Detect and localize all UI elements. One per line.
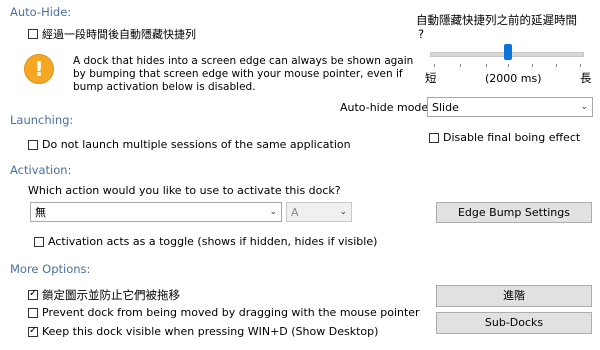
autohide-mode-select[interactable]: Slide ⌄ — [427, 97, 593, 117]
lock-icons-checkbox-label: 鎖定圖示並防止它們被拖移 — [42, 288, 180, 302]
autohide-mode-label: Auto-hide mode: — [340, 101, 432, 114]
launching-checkbox[interactable] — [28, 139, 38, 150]
sub-docks-button[interactable]: Sub-Docks — [436, 312, 592, 334]
prevent-move-checkbox-row[interactable]: Prevent dock from being moved by draggin… — [28, 306, 420, 319]
delay-title-question: ? — [418, 27, 425, 41]
delay-title: 自動隱藏快捷列之前的延遲時間 — [416, 13, 577, 27]
chevron-down-icon: ⌄ — [269, 207, 277, 217]
activation-action-value: 無 — [35, 206, 46, 219]
slider-min-label: 短 — [425, 71, 437, 85]
autohide-mode-value: Slide — [432, 100, 459, 114]
autohide-checkbox-row[interactable]: 經過一段時間後自動隱藏快捷列 — [28, 26, 196, 42]
slider-tick — [532, 64, 533, 67]
autohide-info-line-2: by bumping that screen edge with your mo… — [73, 68, 403, 80]
autohide-info-line-1: A dock that hides into a screen edge can… — [73, 55, 414, 67]
section-launching: Launching: — [10, 113, 74, 127]
edge-bump-settings-label: Edge Bump Settings — [457, 206, 570, 219]
edge-bump-settings-button[interactable]: Edge Bump Settings — [436, 202, 592, 223]
toggle-checkbox-row[interactable]: Activation acts as a toggle (shows if hi… — [34, 235, 377, 248]
slider-value-label: (2000 ms) — [485, 72, 542, 85]
autohide-checkbox-label: 經過一段時間後自動隱藏快捷列 — [42, 28, 196, 41]
slider-tick — [460, 64, 461, 67]
advanced-button-label: 進階 — [503, 289, 525, 302]
lock-icons-checkbox[interactable] — [28, 288, 38, 300]
keep-visible-checkbox-label: Keep this dock visible when pressing WIN… — [42, 325, 379, 338]
activation-question: Which action would you like to use to ac… — [28, 184, 341, 197]
slider-tick — [486, 64, 487, 67]
slider-tick — [556, 64, 557, 67]
exclamation-warning-icon: ! — [24, 54, 54, 84]
autohide-checkbox[interactable] — [28, 29, 38, 39]
prevent-move-checkbox-label: Prevent dock from being moved by draggin… — [42, 306, 420, 319]
toggle-checkbox-label: Activation acts as a toggle (shows if hi… — [48, 235, 378, 248]
boing-checkbox-label: Disable final boing effect — [443, 131, 581, 144]
section-autohide: Auto-Hide: — [10, 5, 72, 19]
activation-key-value: A — [291, 205, 299, 219]
activation-action-select[interactable]: 無 ⌄ — [30, 202, 282, 222]
sub-docks-button-label: Sub-Docks — [484, 316, 544, 329]
slider-tick — [508, 64, 509, 67]
keep-visible-checkbox-row[interactable]: Keep this dock visible when pressing WIN… — [28, 325, 378, 338]
keep-visible-checkbox[interactable] — [28, 325, 38, 337]
launching-checkbox-row[interactable]: Do not launch multiple sessions of the s… — [28, 138, 351, 151]
launching-checkbox-label: Do not launch multiple sessions of the s… — [42, 138, 351, 151]
chevron-down-icon: ⌄ — [580, 102, 588, 112]
toggle-checkbox[interactable] — [34, 236, 44, 247]
chevron-down-icon: ⌄ — [339, 207, 347, 217]
activation-key-select: A ⌄ — [286, 202, 352, 222]
prevent-move-checkbox[interactable] — [28, 307, 38, 318]
slider-max-label: 長 — [580, 71, 592, 85]
lock-icons-checkbox-row[interactable]: 鎖定圖示並防止它們被拖移 — [28, 287, 180, 303]
boing-checkbox[interactable] — [429, 132, 439, 143]
advanced-button[interactable]: 進階 — [436, 285, 592, 307]
slider-tick — [434, 64, 435, 67]
boing-checkbox-row[interactable]: Disable final boing effect — [429, 131, 580, 144]
autohide-info-line-3: bump activation below is disabled. — [73, 81, 256, 93]
section-more-options: More Options: — [10, 262, 91, 276]
delay-slider-thumb[interactable] — [504, 44, 512, 60]
section-activation: Activation: — [10, 163, 72, 177]
slider-tick — [580, 64, 581, 67]
